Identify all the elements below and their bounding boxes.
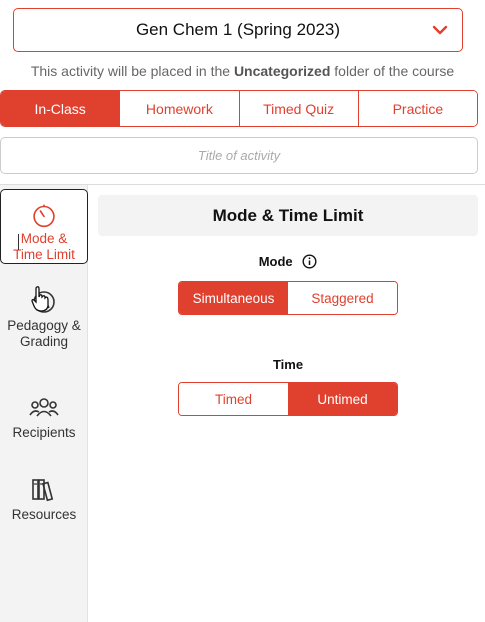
placement-folder: Uncategorized	[233, 63, 331, 79]
mode-toggle: Simultaneous Staggered	[178, 281, 398, 315]
info-icon[interactable]	[302, 254, 317, 269]
timer-icon	[33, 204, 55, 228]
placement-note: This activity will be placed in the Unca…	[0, 63, 485, 79]
course-select-value: Gen Chem 1 (Spring 2023)	[135, 20, 341, 39]
mode-label: Mode	[258, 254, 293, 269]
time-toggle: Timed Untimed	[178, 382, 398, 416]
course-select[interactable]: Gen Chem 1 (Spring 2023)	[13, 8, 463, 52]
sidebar-item-label: Time Limit	[13, 247, 75, 262]
mode-option-simultaneous[interactable]: Simultaneous	[179, 282, 288, 314]
time-option-untimed[interactable]: Untimed	[288, 383, 397, 415]
sidebar-item-label: Mode &	[20, 231, 68, 246]
tab-timed-quiz[interactable]: Timed Quiz	[238, 91, 358, 126]
books-icon	[32, 479, 54, 502]
sidebar-item-recipients[interactable]: Recipients	[0, 393, 88, 441]
activity-title-input[interactable]	[0, 137, 478, 174]
sidebar-item-label: Pedagogy &	[7, 318, 81, 333]
hand-cursor-icon	[31, 286, 49, 312]
sidebar-item-resources[interactable]: Resources	[0, 475, 88, 523]
sidebar-item-label: Recipients	[12, 425, 76, 440]
text-cursor	[18, 234, 19, 250]
chevron-down-icon	[432, 25, 448, 35]
tab-in-class[interactable]: In-Class	[1, 91, 120, 126]
sidebar-item-mode-time-limit[interactable]: Mode & Time Limit	[0, 189, 88, 264]
settings-sidebar: Mode & Time Limit Pedagogy & Grading Rec…	[0, 185, 88, 622]
placement-suffix: folder of the course	[330, 63, 455, 79]
time-label: Time	[272, 357, 304, 372]
panel-title: Mode & Time Limit	[98, 195, 478, 236]
mode-option-staggered[interactable]: Staggered	[288, 282, 397, 314]
placement-prefix: This activity will be placed in the	[30, 63, 234, 79]
tab-homework[interactable]: Homework	[119, 91, 239, 126]
sidebar-item-label: Resources	[11, 507, 77, 522]
mode-label-row: Mode	[98, 254, 478, 269]
time-option-timed[interactable]: Timed	[179, 383, 288, 415]
activity-type-tabs: In-Class Homework Timed Quiz Practice	[0, 90, 478, 127]
sidebar-item-label: Grading	[19, 334, 69, 349]
tab-practice[interactable]: Practice	[357, 91, 477, 126]
users-icon	[29, 398, 59, 417]
